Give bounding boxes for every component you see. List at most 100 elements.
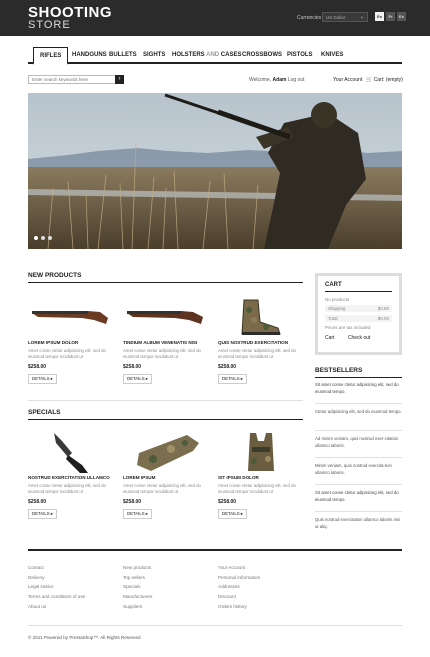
section-divider: [28, 419, 303, 420]
product-image-rifle[interactable]: [28, 296, 116, 338]
product-name[interactable]: TINDIUM ALBUM VENENATIS NISI: [123, 340, 211, 345]
welcome-label: Welcome,: [249, 77, 272, 83]
product-price: $258.00: [123, 364, 142, 370]
footer-col-account: Your Account Personal information Addres…: [218, 563, 260, 612]
footer-link[interactable]: Top sellers: [123, 573, 152, 583]
copyright-text: © 2011 Powered by PrestaShop™. All Right…: [28, 635, 141, 640]
footer-link[interactable]: Legal Notice: [28, 582, 85, 592]
footer-col-info: Contact Delivery Legal Notice Terms and …: [28, 563, 85, 612]
product-image-vest[interactable]: [218, 431, 306, 473]
product-card[interactable]: LOREM IPSUM Amet conse ctetur adipisicin…: [123, 431, 211, 519]
language-en[interactable]: En: [375, 12, 384, 21]
product-image-boots[interactable]: [218, 296, 306, 338]
details-button[interactable]: DETAILS ▸: [218, 509, 247, 519]
product-price: $258.00: [123, 499, 142, 505]
cart-button[interactable]: Cart: [325, 335, 334, 341]
divider: [315, 403, 402, 404]
tab-rifles[interactable]: RIFLES: [33, 47, 69, 65]
shipping-label: Shipping: [328, 306, 346, 311]
details-button[interactable]: DETAILS ▸: [123, 509, 152, 519]
language-fr[interactable]: Fr: [386, 12, 395, 21]
tab-handguns[interactable]: HANDGUNS: [72, 52, 107, 58]
tab-pistols[interactable]: PISTOLS: [287, 52, 313, 58]
product-desc: Amet conse ctetur adipisicing elit, sed …: [123, 348, 201, 359]
currency-select[interactable]: US Dollar ▼: [322, 12, 368, 22]
slider-dot[interactable]: [34, 236, 38, 240]
product-desc: Amet conse ctetur adipisicing elit, sed …: [123, 483, 201, 494]
footer-link[interactable]: Discount: [218, 592, 260, 602]
bestseller-link[interactable]: Sit amet conse ctetur adipisicing elit, …: [315, 382, 402, 395]
product-image-knife[interactable]: [28, 431, 116, 473]
product-card[interactable]: QUIS NOSTRUD EXERCITATION Amet conse cte…: [218, 296, 306, 384]
footer-link[interactable]: Suppliers: [123, 602, 152, 612]
cart-link-label: Cart: (empty): [373, 77, 403, 83]
bestseller-link[interactable]: Minim veniam, quis nostrud exercita-tion…: [315, 463, 402, 476]
checkout-button[interactable]: Check out: [348, 335, 371, 341]
footer-link[interactable]: Personal information: [218, 573, 260, 583]
currency-label: Currencies: [297, 15, 322, 21]
details-button[interactable]: DETAILS ▸: [28, 509, 57, 519]
slider-dot[interactable]: [48, 236, 52, 240]
footer-link[interactable]: Addresses: [218, 582, 260, 592]
search-icon[interactable]: ›: [115, 75, 124, 84]
product-card[interactable]: SIT IPSUM DOLOR Amet conse ctetur adipis…: [218, 431, 306, 519]
details-button[interactable]: DETAILS ▸: [28, 374, 57, 384]
hero-image: [28, 93, 402, 249]
footer-link[interactable]: Contact: [28, 563, 85, 573]
section-divider: [28, 400, 303, 401]
details-button-label: DETAILS: [32, 511, 50, 516]
product-image-case[interactable]: [123, 431, 211, 473]
hero-slider[interactable]: [28, 93, 402, 249]
and-word: AND: [206, 52, 220, 58]
cart-shipping-row: Shipping $0.00: [325, 305, 392, 312]
search-input[interactable]: Enter search keywords here: [28, 75, 124, 84]
bestseller-link[interactable]: Sit amet conse ctetur adipisicing elit, …: [315, 490, 402, 503]
footer-link[interactable]: Terms and conditions of use: [28, 592, 85, 602]
footer-link[interactable]: Manufacturers: [123, 592, 152, 602]
product-image-rifle[interactable]: [123, 296, 211, 338]
product-card[interactable]: NOSTRUD EXERCITATION ULLAMCO Amet conse …: [28, 431, 116, 519]
details-button-label: DETAILS: [32, 376, 50, 381]
footer-link[interactable]: New products: [123, 563, 152, 573]
footer-link[interactable]: About us: [28, 602, 85, 612]
product-name[interactable]: QUIS NOSTRUD EXERCITATION: [218, 340, 306, 345]
divider: [315, 511, 402, 512]
bestseller-link[interactable]: Ad minim veniam, quis nostrud exer-citat…: [315, 436, 402, 449]
product-name[interactable]: SIT IPSUM DOLOR: [218, 475, 306, 480]
account-link[interactable]: Your Account: [333, 77, 362, 83]
tab-crossbows[interactable]: CROSSBOWS: [242, 52, 282, 58]
details-button[interactable]: DETAILS ▸: [218, 374, 247, 384]
product-name[interactable]: LOREM IPSUM DOLOR: [28, 340, 116, 345]
bestseller-link[interactable]: Quis nostrud exercitation ullamco labori…: [315, 517, 402, 530]
cart-icon: 🛒: [366, 77, 373, 83]
footer-link[interactable]: Your Account: [218, 563, 260, 573]
product-price: $258.00: [28, 499, 47, 505]
cart-total-row: Total $0.00: [325, 315, 392, 322]
chevron-down-icon: ▼: [360, 15, 364, 20]
footer-link[interactable]: Orders history: [218, 602, 260, 612]
product-price: $258.00: [218, 364, 237, 370]
tax-note: Prices are tax included: [325, 325, 371, 330]
divider: [315, 484, 402, 485]
bestseller-link[interactable]: Ctetur adipisicing elit, sed do eiusmod …: [315, 409, 402, 416]
tab-bullets[interactable]: BULLETS: [109, 52, 137, 58]
footer-link[interactable]: Specials: [123, 582, 152, 592]
product-price: $258.00: [28, 364, 47, 370]
product-card[interactable]: TINDIUM ALBUM VENENATIS NISI Amet conse …: [123, 296, 211, 384]
footer-link[interactable]: Delivery: [28, 573, 85, 583]
language-es[interactable]: Es: [397, 12, 406, 21]
cases-word: CASES: [220, 52, 242, 58]
tab-knives[interactable]: KNIVES: [321, 52, 343, 58]
logout-link[interactable]: Log out: [288, 77, 305, 83]
product-name[interactable]: NOSTRUD EXERCITATION ULLAMCO: [28, 475, 116, 480]
store-logo[interactable]: SHOOTING STORE: [28, 5, 112, 31]
footer-divider: [28, 549, 402, 551]
details-button[interactable]: DETAILS ▸: [123, 374, 152, 384]
tab-holsters-and-cases[interactable]: HOLSTERS AND CASES: [172, 52, 241, 58]
slider-dot[interactable]: [41, 236, 45, 240]
tab-sights[interactable]: SIGHTS: [143, 52, 165, 58]
cart-link[interactable]: 🛒 Cart: (empty): [366, 77, 403, 83]
product-name[interactable]: LOREM IPSUM: [123, 475, 211, 480]
product-card[interactable]: LOREM IPSUM DOLOR Amet conse ctetur adip…: [28, 296, 116, 384]
welcome-text: Welcome, Adam Log out: [249, 77, 305, 83]
